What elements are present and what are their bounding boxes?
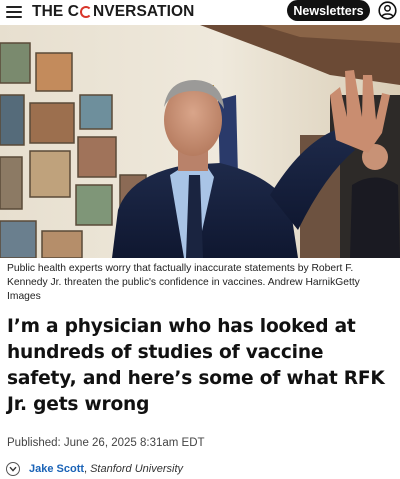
- author-comma: ,: [84, 463, 88, 475]
- logo-o-ring: [80, 6, 92, 18]
- image-caption: Public health experts worry that factual…: [7, 263, 360, 302]
- user-account-icon[interactable]: [378, 1, 397, 20]
- hero-photo: [0, 25, 400, 258]
- newsletters-button[interactable]: Newsletters: [287, 0, 370, 21]
- author-affiliation: Stanford University: [90, 463, 184, 475]
- article-headline: I’m a physician who has looked at hundre…: [7, 316, 385, 415]
- site-logo[interactable]: THE C NVERSATION: [32, 2, 194, 22]
- author-byline: Jake Scott, Stanford University: [6, 461, 183, 477]
- logo-text-end: NVERSATION: [93, 3, 195, 20]
- site-header: THE C NVERSATION Newsletters: [0, 0, 400, 24]
- hamburger-menu-icon[interactable]: [6, 4, 24, 20]
- published-date: Published: June 26, 2025 8:31am EDT: [7, 437, 205, 449]
- logo-text-start: THE C: [32, 3, 79, 20]
- author-name-link[interactable]: Jake Scott: [29, 463, 84, 475]
- chevron-down-icon[interactable]: [6, 462, 20, 476]
